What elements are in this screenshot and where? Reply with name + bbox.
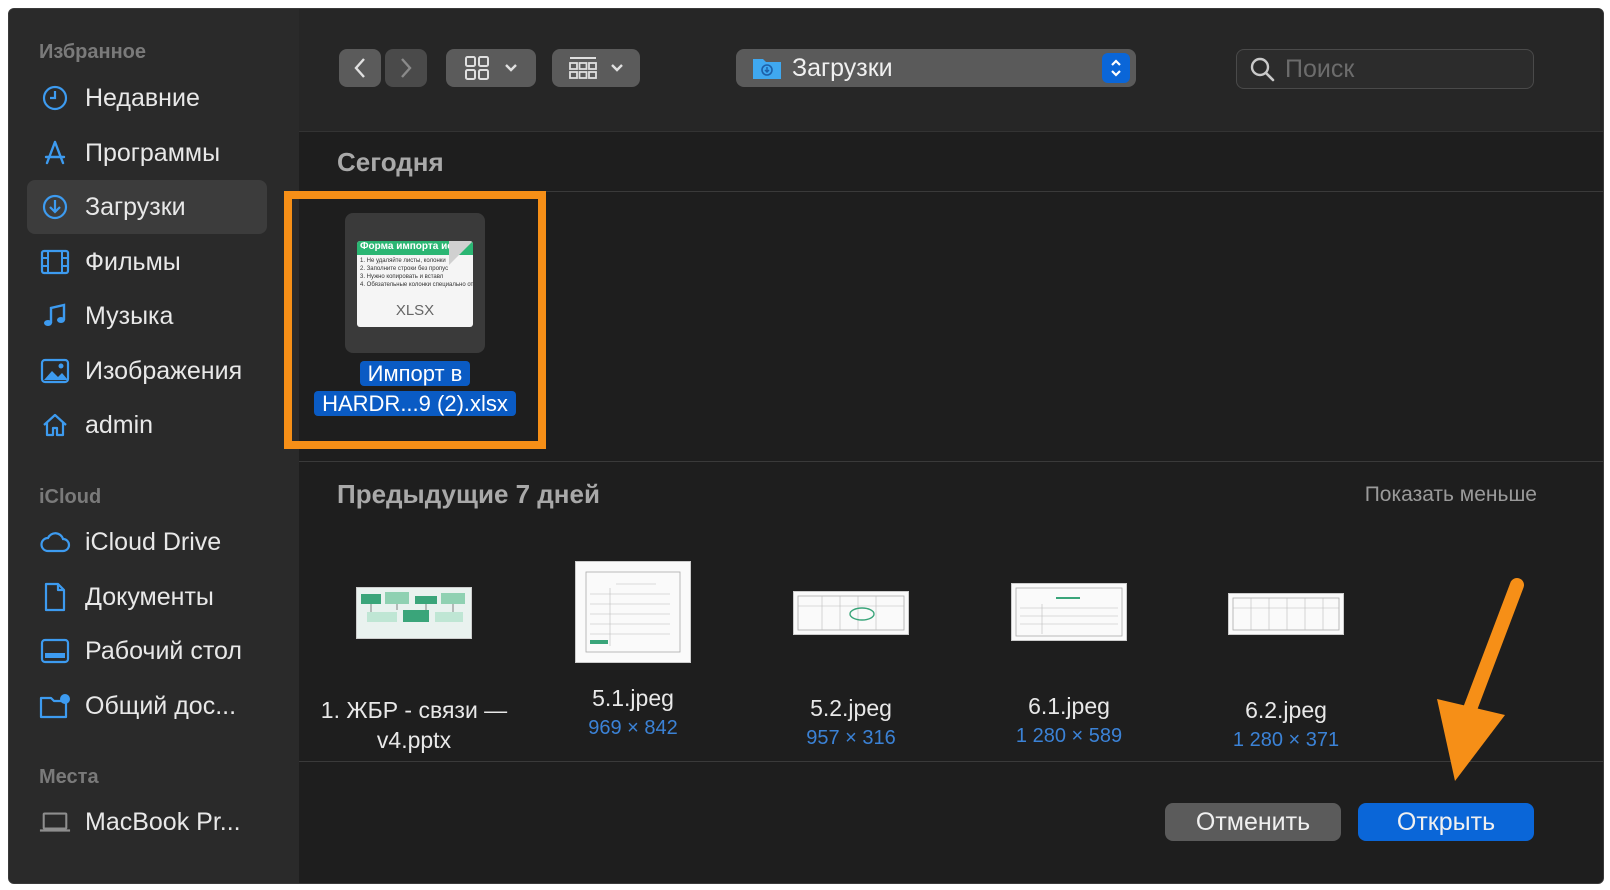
- cancel-button[interactable]: Отменить: [1165, 803, 1341, 841]
- file-extension: XLSX: [395, 302, 435, 319]
- sidebar-item-shared[interactable]: Общий дос...: [27, 679, 267, 733]
- sidebar-item-label: Фильмы: [85, 247, 181, 276]
- file-dimensions: 1 280 × 589: [1015, 725, 1123, 747]
- sidebar-item-pictures[interactable]: Изображения: [27, 344, 267, 398]
- location-popup[interactable]: Загрузки: [736, 49, 1136, 87]
- downloads-folder-icon: [753, 59, 781, 79]
- jpeg-thumbnail: [1011, 583, 1127, 641]
- file-item[interactable]: 1. ЖБР - связи — v4.pptx: [314, 549, 514, 755]
- view-mode-button[interactable]: [446, 49, 536, 87]
- sidebar-item-recents[interactable]: Недавние: [27, 71, 267, 125]
- divider: [299, 461, 1603, 462]
- sidebar-item-applications[interactable]: Программы: [27, 126, 267, 180]
- search-icon: [1250, 57, 1275, 82]
- open-button[interactable]: Открыть: [1358, 803, 1534, 841]
- file-dimensions: 957 × 316: [806, 727, 896, 749]
- chevron-left-icon: [354, 58, 365, 78]
- sidebar-section-favorites: Избранное: [39, 41, 147, 63]
- group-title-previous: Предыдущие 7 дней: [337, 479, 600, 509]
- sidebar-item-label: admin: [85, 410, 154, 439]
- jpeg-thumbnail: [1228, 593, 1344, 635]
- file-dimensions: 969 × 842: [588, 717, 678, 739]
- sidebar-section-icloud: iCloud: [39, 486, 102, 508]
- sidebar-item-label: Общий дос...: [85, 691, 237, 720]
- file-name-text: Импорт в: [359, 361, 471, 386]
- home-icon: [39, 409, 71, 441]
- back-button[interactable]: [339, 49, 381, 87]
- pptx-thumbnail: [356, 587, 472, 639]
- sidebar-item-documents[interactable]: Документы: [27, 570, 267, 624]
- page-fold: [449, 241, 473, 265]
- sidebar-section-places: Места: [39, 766, 99, 788]
- clock-icon: [39, 82, 71, 114]
- stepper-icon: [1102, 53, 1130, 83]
- sidebar-item-label: iCloud Drive: [85, 527, 222, 556]
- sidebar-item-label: Документы: [85, 582, 214, 611]
- cloud-icon: [39, 526, 71, 558]
- shared-folder-icon: [39, 690, 71, 722]
- selected-file-name-line1: Импорт в: [299, 359, 531, 389]
- xlsx-preview: Форма импорта исх 1. Не удаляйте листы, …: [357, 241, 473, 327]
- sidebar-item-movies[interactable]: Фильмы: [27, 235, 267, 289]
- music-icon: [39, 300, 71, 332]
- preview-line: 2. Заполните строки без пропус: [360, 266, 449, 272]
- sidebar-item-downloads[interactable]: Загрузки: [27, 180, 267, 234]
- sidebar-item-desktop[interactable]: Рабочий стол: [27, 624, 267, 678]
- sidebar-item-label: Загрузки: [85, 192, 186, 221]
- toolbar: Загрузки: [299, 9, 1603, 132]
- film-icon: [39, 246, 71, 278]
- group-mode-button[interactable]: [552, 49, 640, 87]
- search-input[interactable]: [1283, 53, 1517, 85]
- forward-button[interactable]: [385, 49, 427, 87]
- sidebar-item-home[interactable]: admin: [27, 398, 267, 452]
- divider: [299, 761, 1603, 762]
- sidebar-item-label: Программы: [85, 138, 221, 167]
- file-name: 6.1.jpeg: [1028, 693, 1110, 719]
- location-label: Загрузки: [792, 53, 893, 82]
- sidebar-item-label: Музыка: [85, 301, 174, 330]
- file-dimensions: 1 280 × 371: [1232, 729, 1340, 751]
- file-open-dialog: Избранное Недавние Программы Загрузки Фи…: [8, 8, 1604, 884]
- apps-icon: [39, 137, 71, 169]
- document-icon: [39, 581, 71, 613]
- file-item[interactable]: 6.1.jpeg 1 280 × 589: [969, 549, 1169, 748]
- image-icon: [39, 355, 71, 387]
- file-item[interactable]: 6.2.jpeg 1 280 × 371: [1186, 549, 1386, 752]
- sidebar-item-label: Недавние: [85, 83, 200, 112]
- file-item[interactable]: 5.2.jpeg 957 × 316: [751, 549, 951, 750]
- desktop-icon: [39, 635, 71, 667]
- jpeg-thumbnail: [575, 561, 691, 663]
- file-name-text: HARDR...9 (2).xlsx: [314, 391, 516, 416]
- file-name: 5.2.jpeg: [810, 695, 892, 721]
- file-name: 1. ЖБР - связи —: [320, 697, 508, 723]
- chevron-down-icon: [505, 64, 517, 72]
- file-item[interactable]: 5.1.jpeg 969 × 842: [533, 549, 733, 740]
- file-name: 6.2.jpeg: [1245, 697, 1327, 723]
- grid-view-icon: [465, 56, 489, 80]
- chevron-down-icon: [611, 64, 623, 72]
- sidebar-item-icloud-drive[interactable]: iCloud Drive: [27, 515, 267, 569]
- sidebar: Избранное Недавние Программы Загрузки Фи…: [9, 9, 299, 883]
- xlsx-file-icon: Форма импорта исх 1. Не удаляйте листы, …: [345, 213, 485, 353]
- chevron-right-icon: [401, 58, 412, 78]
- show-less-link[interactable]: Показать меньше: [1365, 483, 1537, 507]
- download-icon: [39, 191, 71, 223]
- preview-line: 3. Нужно копировать и вставл: [360, 274, 444, 280]
- file-browser: Загрузки Сегодня Форма импорта исх 1. Не…: [284, 9, 1603, 883]
- sidebar-item-label: MacBook Pr...: [85, 807, 241, 836]
- sidebar-item-music[interactable]: Музыка: [27, 289, 267, 343]
- file-name: v4.pptx: [376, 727, 452, 753]
- search-field[interactable]: [1236, 49, 1534, 89]
- selected-file-name-line2: HARDR...9 (2).xlsx: [299, 389, 531, 419]
- sidebar-item-macbook[interactable]: MacBook Pr...: [27, 795, 267, 849]
- sidebar-item-label: Рабочий стол: [85, 636, 242, 665]
- preview-line: 4. Обязательные колонки специально от: [360, 282, 473, 288]
- group-title-today: Сегодня: [337, 147, 444, 177]
- laptop-icon: [39, 806, 71, 838]
- jpeg-thumbnail: [793, 591, 909, 635]
- group-view-icon: [569, 57, 597, 79]
- file-name: 5.1.jpeg: [592, 685, 674, 711]
- sidebar-item-label: Изображения: [85, 356, 243, 385]
